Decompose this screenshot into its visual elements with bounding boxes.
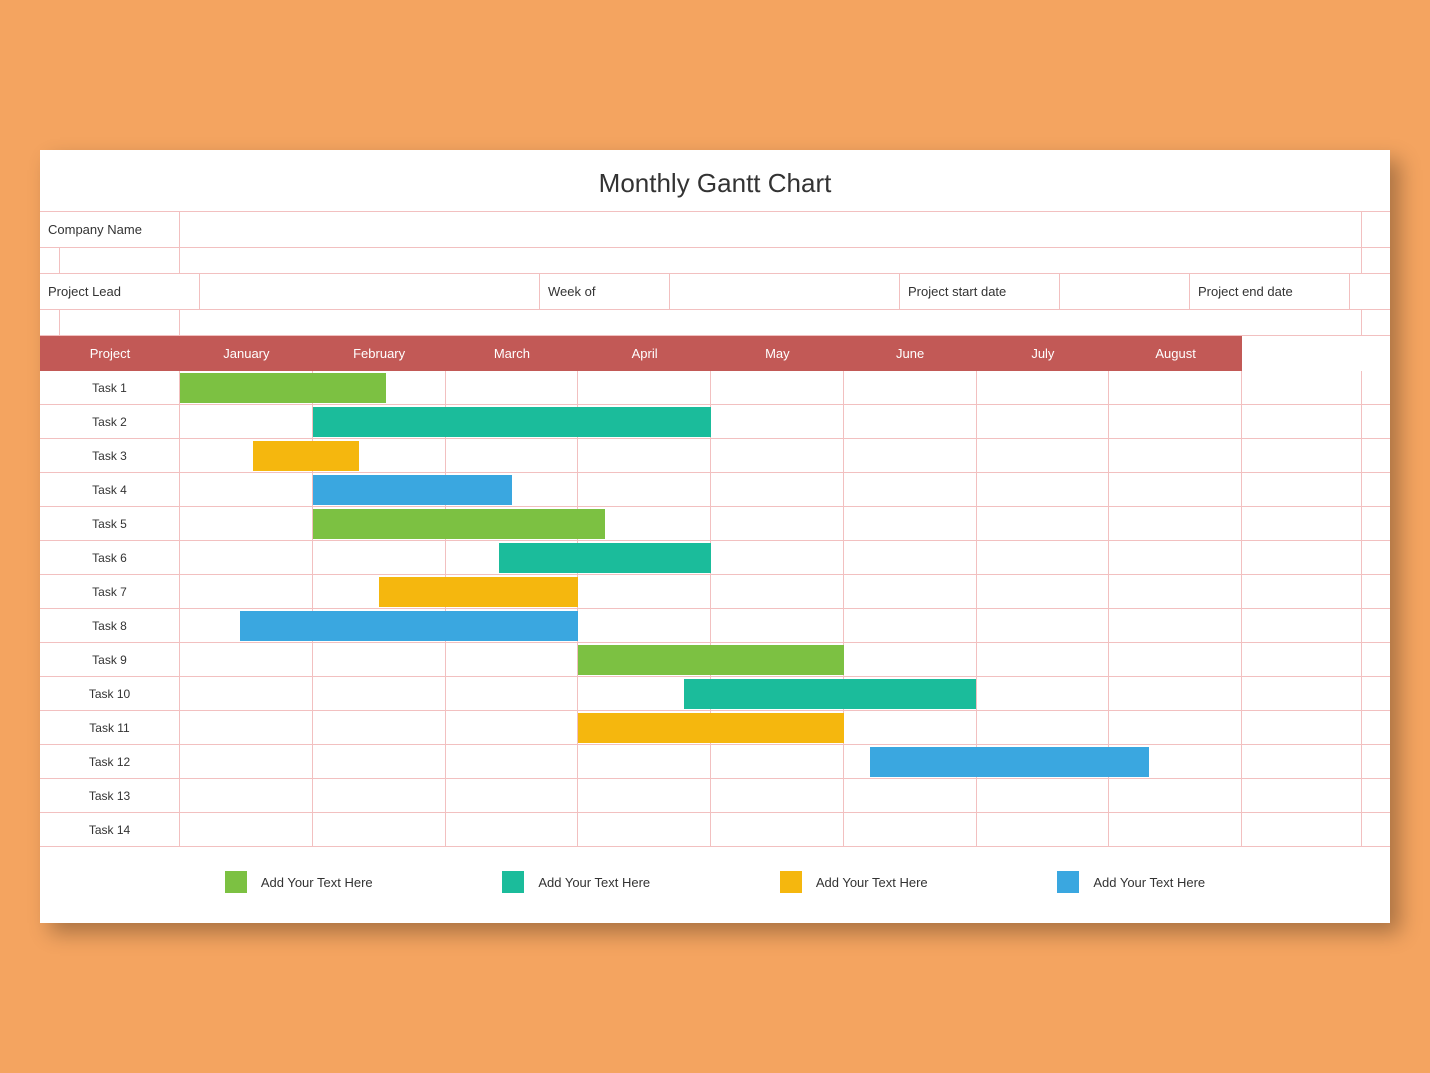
month-header-may: May <box>711 336 844 371</box>
gantt-bar[interactable] <box>313 509 605 539</box>
gantt-row: Task 2 <box>40 405 1390 439</box>
task-name: Task 5 <box>40 507 180 540</box>
gantt-row: Task 1 <box>40 371 1390 405</box>
gantt-row: Task 3 <box>40 439 1390 473</box>
project-start-label: Project start date <box>900 274 1060 309</box>
month-header-july: July <box>977 336 1110 371</box>
month-header-january: January <box>180 336 313 371</box>
gantt-track <box>180 745 1242 778</box>
gantt-track <box>180 677 1242 710</box>
legend-item: Add Your Text Here <box>502 871 650 893</box>
gantt-track <box>180 541 1242 574</box>
gantt-row: Task 8 <box>40 609 1390 643</box>
gantt-bar[interactable] <box>684 679 976 709</box>
gantt-track <box>180 575 1242 608</box>
legend-item: Add Your Text Here <box>780 871 928 893</box>
gantt-bar[interactable] <box>578 645 844 675</box>
gantt-row: Task 10 <box>40 677 1390 711</box>
gantt-sheet: Monthly Gantt Chart Company Name Project… <box>40 150 1390 923</box>
task-name: Task 2 <box>40 405 180 438</box>
task-name: Task 11 <box>40 711 180 744</box>
task-name: Task 4 <box>40 473 180 506</box>
gantt-bar[interactable] <box>313 407 711 437</box>
spacer-row <box>40 248 1390 274</box>
gantt-bar[interactable] <box>180 373 386 403</box>
gantt-bar[interactable] <box>253 441 359 471</box>
task-name: Task 7 <box>40 575 180 608</box>
gantt-row: Task 14 <box>40 813 1390 847</box>
gantt-track <box>180 609 1242 642</box>
project-lead-value[interactable] <box>200 274 540 309</box>
gantt-track <box>180 405 1242 438</box>
month-header-february: February <box>313 336 446 371</box>
gantt-bar[interactable] <box>870 747 1149 777</box>
task-name: Task 3 <box>40 439 180 472</box>
month-header-august: August <box>1109 336 1242 371</box>
company-name-value[interactable] <box>180 212 1362 247</box>
company-name-label: Company Name <box>40 212 180 247</box>
task-name: Task 8 <box>40 609 180 642</box>
spacer-row <box>40 310 1390 336</box>
gantt-bar[interactable] <box>240 611 579 641</box>
legend-label: Add Your Text Here <box>261 875 373 890</box>
task-name: Task 10 <box>40 677 180 710</box>
gantt-row: Task 7 <box>40 575 1390 609</box>
project-start-value[interactable] <box>1060 274 1190 309</box>
legend-label: Add Your Text Here <box>816 875 928 890</box>
task-name: Task 12 <box>40 745 180 778</box>
month-header-april: April <box>578 336 711 371</box>
week-of-label: Week of <box>540 274 670 309</box>
legend: Add Your Text Here Add Your Text Here Add … <box>40 847 1390 893</box>
task-name: Task 1 <box>40 371 180 404</box>
gantt-chart: Project JanuaryFebruaryMarchAprilMayJune… <box>40 336 1390 847</box>
gantt-track <box>180 371 1242 404</box>
task-name: Task 14 <box>40 813 180 846</box>
gantt-track <box>180 813 1242 846</box>
legend-item: Add Your Text Here <box>1057 871 1205 893</box>
gantt-row: Task 9 <box>40 643 1390 677</box>
week-of-value[interactable] <box>670 274 900 309</box>
gantt-track <box>180 439 1242 472</box>
gantt-track <box>180 507 1242 540</box>
chart-title: Monthly Gantt Chart <box>40 150 1390 212</box>
legend-swatch <box>502 871 524 893</box>
gantt-row: Task 13 <box>40 779 1390 813</box>
gantt-bar[interactable] <box>313 475 512 505</box>
task-name: Task 13 <box>40 779 180 812</box>
gantt-track <box>180 711 1242 744</box>
gantt-row: Task 5 <box>40 507 1390 541</box>
gantt-row: Task 6 <box>40 541 1390 575</box>
gantt-track <box>180 779 1242 812</box>
gantt-bar[interactable] <box>379 577 578 607</box>
legend-label: Add Your Text Here <box>538 875 650 890</box>
gantt-row: Task 12 <box>40 745 1390 779</box>
gantt-track <box>180 643 1242 676</box>
legend-label: Add Your Text Here <box>1093 875 1205 890</box>
month-header-march: March <box>446 336 579 371</box>
gantt-row: Task 4 <box>40 473 1390 507</box>
task-name: Task 6 <box>40 541 180 574</box>
gantt-track <box>180 473 1242 506</box>
project-lead-label: Project Lead <box>40 274 200 309</box>
legend-swatch <box>780 871 802 893</box>
legend-swatch <box>225 871 247 893</box>
gantt-row: Task 11 <box>40 711 1390 745</box>
gantt-bar[interactable] <box>578 713 844 743</box>
legend-item: Add Your Text Here <box>225 871 373 893</box>
legend-swatch <box>1057 871 1079 893</box>
project-meta-row: Project Lead Week of Project start date … <box>40 274 1390 310</box>
month-header-june: June <box>844 336 977 371</box>
project-end-label: Project end date <box>1190 274 1350 309</box>
task-name: Task 9 <box>40 643 180 676</box>
gantt-bar[interactable] <box>499 543 711 573</box>
company-name-row: Company Name <box>40 212 1390 248</box>
gantt-header: Project JanuaryFebruaryMarchAprilMayJune… <box>40 336 1390 371</box>
gantt-header-project: Project <box>40 336 180 371</box>
